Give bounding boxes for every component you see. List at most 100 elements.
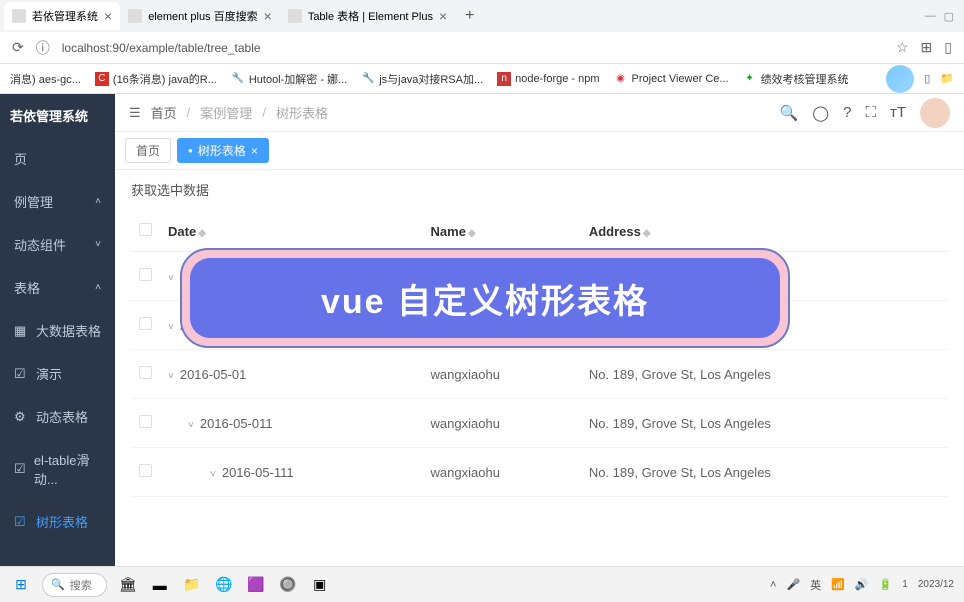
table-row[interactable]: ˅2016-05-01 wangxiaohu No. 189, Grove St… (131, 350, 948, 399)
close-icon[interactable]: × (251, 144, 258, 158)
checkbox[interactable] (139, 415, 152, 428)
reload-icon[interactable]: ⟳ (12, 39, 24, 56)
checkbox[interactable] (139, 464, 152, 477)
font-icon[interactable]: ᴛT (890, 104, 906, 121)
checkbox[interactable] (139, 366, 152, 379)
tag-home[interactable]: 首页 (125, 138, 171, 163)
sidebar-item-dyntable[interactable]: ⚙动态表格 (0, 395, 115, 438)
check-icon: ☑ (14, 461, 26, 477)
col-name[interactable]: Name◆ (423, 211, 581, 252)
breadcrumb-sep: / (262, 105, 266, 120)
tray-date[interactable]: 2023/12 (918, 579, 954, 590)
github-icon[interactable]: ◯ (812, 104, 829, 122)
topbar: ☰ 首页 / 案例管理 / 树形表格 🔍 ◯ ? ⛶ ᴛT (115, 94, 964, 132)
breadcrumb-sep: / (187, 105, 191, 120)
get-selected-button[interactable]: 获取选中数据 (131, 180, 209, 199)
bookmark-item[interactable]: 🔧Hutool-加解密 - 娜... (231, 71, 347, 87)
col-address[interactable]: Address◆ (581, 211, 948, 252)
table-icon: ▦ (14, 323, 28, 339)
taskbar-app-icon[interactable]: 🟪 (245, 574, 267, 596)
sidebar-item-demo[interactable]: ☑演示 (0, 352, 115, 395)
taskbar-app-icon[interactable]: 🏛 (117, 574, 139, 596)
gear-icon: ⚙ (14, 409, 28, 425)
bookmark-item[interactable]: ✦绩效考核管理系统 (743, 71, 849, 87)
tray-mic-icon[interactable]: 🎤 (786, 578, 800, 591)
help-icon[interactable]: ? (843, 104, 851, 121)
sidebar-item-home[interactable]: 页 (0, 137, 115, 180)
sidebar-item-cases[interactable]: 例管理˄ (0, 180, 115, 223)
tab-1[interactable]: element plus 百度搜索 × (120, 2, 280, 30)
overlay-banner: vue 自定义树形表格 (180, 248, 790, 348)
table-row[interactable]: ˅2016-05-011 wangxiaohu No. 189, Grove S… (131, 399, 948, 448)
tray-time[interactable]: 1 (902, 579, 908, 590)
hamburger-icon[interactable]: ☰ (129, 105, 141, 121)
folder-icon[interactable]: 📁 (940, 72, 954, 85)
chevron-down-icon[interactable]: ˅ (168, 273, 174, 284)
close-icon[interactable]: × (104, 8, 112, 24)
tray-up-icon[interactable]: ˄ (770, 579, 776, 591)
bookmark-item[interactable]: 消息) aes-gc... (10, 71, 81, 87)
table-row[interactable]: ˅2016-05-111 wangxiaohu No. 189, Grove S… (131, 448, 948, 497)
bookmark-item[interactable]: ◉Project Viewer Ce... (614, 72, 729, 86)
chevron-down-icon[interactable]: ˅ (168, 322, 174, 333)
chevron-up-icon: ˄ (95, 282, 101, 293)
sort-icon[interactable]: ◆ (468, 228, 476, 239)
checkbox-all[interactable] (139, 223, 152, 236)
taskbar-app-icon[interactable]: 🔘 (277, 574, 299, 596)
favicon-icon (288, 9, 302, 23)
bookmark-item[interactable]: 🔧js与java对接RSA加... (361, 71, 483, 87)
overlay-text: vue 自定义树形表格 (190, 258, 780, 338)
tag-treetable[interactable]: 树形表格× (177, 138, 269, 163)
terminal-icon[interactable]: ▣ (309, 574, 331, 596)
breadcrumb-item[interactable]: 案例管理 (200, 103, 252, 122)
chevron-down-icon[interactable]: ˅ (188, 420, 194, 431)
info-icon[interactable]: ⓘ (36, 38, 50, 58)
bookmark-item[interactable]: C(16条消息) java的R... (95, 71, 217, 87)
chevron-down-icon[interactable]: ˅ (168, 371, 174, 382)
tab-2[interactable]: Table 表格 | Element Plus × (280, 2, 455, 30)
search-icon[interactable]: 🔍 (780, 104, 799, 122)
wifi-icon[interactable]: 📶 (831, 578, 845, 591)
windows-start-icon[interactable]: ⊞ (10, 574, 32, 596)
address-bar: ⟳ ⓘ localhost:90/example/table/tree_tabl… (0, 32, 964, 64)
url-input[interactable]: localhost:90/example/table/tree_table (62, 41, 884, 55)
fullscreen-icon[interactable]: ⛶ (865, 104, 876, 121)
sidebar-item-dynamic[interactable]: 动态组件˅ (0, 223, 115, 266)
panel-icon[interactable]: ▯ (944, 39, 952, 56)
sidebar-item-eltable[interactable]: ☑el-table滑动... (0, 438, 115, 500)
chevron-down-icon[interactable]: ˅ (210, 469, 216, 480)
chrome-icon[interactable]: 🌐 (213, 574, 235, 596)
battery-icon[interactable]: 🔋 (879, 578, 893, 591)
sort-icon[interactable]: ◆ (643, 228, 651, 239)
user-avatar[interactable] (920, 98, 950, 128)
folder-icon[interactable]: ▯ (924, 72, 930, 85)
taskbar-app-icon[interactable]: ▬ (149, 574, 171, 596)
extension-icon[interactable]: ⊞ (921, 39, 933, 56)
tab-label: element plus 百度搜索 (148, 8, 257, 24)
chevron-up-icon: ˄ (95, 196, 101, 207)
volume-icon[interactable]: 🔊 (855, 578, 869, 591)
minimize-icon[interactable]: — (925, 10, 936, 23)
sort-icon[interactable]: ◆ (198, 228, 206, 239)
close-icon[interactable]: × (264, 8, 272, 24)
tag-bar: 首页 树形表格× (115, 132, 964, 170)
sidebar-item-table[interactable]: 表格˄ (0, 266, 115, 309)
browser-tabs: 若依管理系统 × element plus 百度搜索 × Table 表格 | … (0, 0, 964, 32)
close-icon[interactable]: × (439, 8, 447, 24)
sidebar-item-bigdata[interactable]: ▦大数据表格 (0, 309, 115, 352)
checkbox[interactable] (139, 268, 152, 281)
breadcrumb-item[interactable]: 首页 (151, 103, 177, 122)
bookmarks-bar: 消息) aes-gc... C(16条消息) java的R... 🔧Hutool… (0, 64, 964, 94)
tray-lang[interactable]: 英 (810, 577, 821, 593)
tab-0[interactable]: 若依管理系统 × (4, 2, 120, 30)
new-tab-button[interactable]: + (455, 7, 484, 25)
profile-avatar[interactable] (886, 65, 914, 93)
checkbox[interactable] (139, 317, 152, 330)
star-icon[interactable]: ☆ (896, 39, 909, 56)
bookmark-item[interactable]: nnode-forge - npm (497, 72, 599, 86)
taskbar-search[interactable]: 🔍 搜索 (42, 573, 107, 597)
explorer-icon[interactable]: 📁 (181, 574, 203, 596)
sidebar-item-treetable[interactable]: ☑树形表格 (0, 500, 115, 543)
col-date[interactable]: Date◆ (160, 211, 423, 252)
maximize-icon[interactable]: ▢ (944, 10, 954, 23)
